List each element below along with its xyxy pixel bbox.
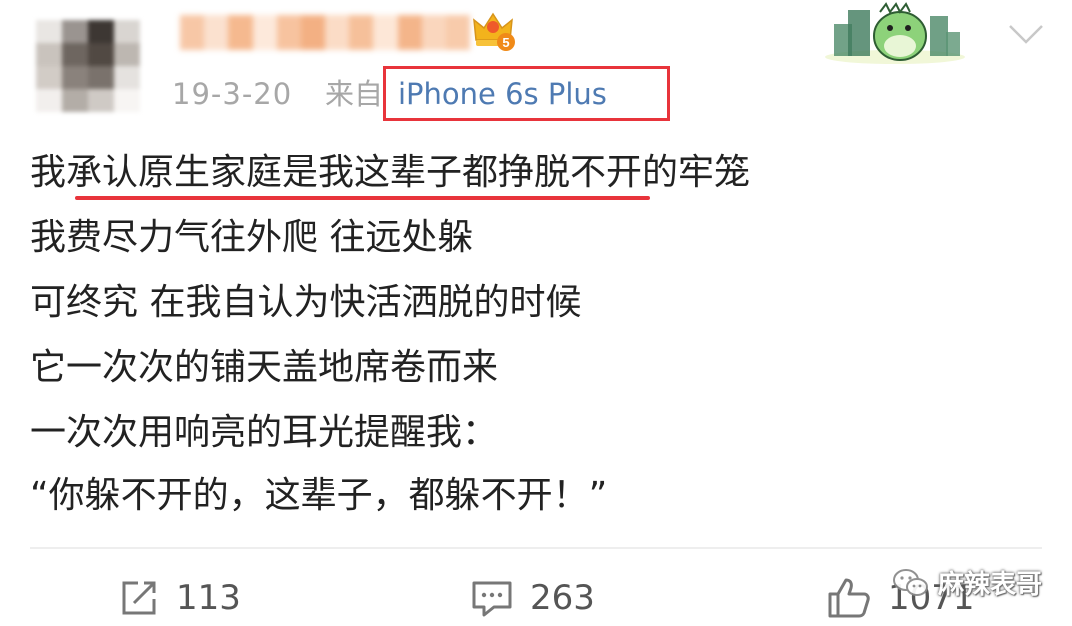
comment-count: 263 (530, 578, 595, 618)
vip-level: 5 (502, 35, 509, 50)
divider (30, 547, 1042, 549)
post-line-2: 我费尽力气往外爬 往远处躲 (30, 217, 474, 258)
crown-icon[interactable]: 5 (470, 10, 516, 52)
username[interactable] (180, 15, 471, 50)
watermark-text: 麻辣表哥 (938, 570, 1043, 600)
share-icon (122, 581, 156, 615)
share-button[interactable]: 113 (118, 570, 241, 626)
thumbs-up-icon (828, 578, 870, 618)
post-date: 19-3-20 (172, 77, 293, 111)
highlight-underline (75, 196, 650, 200)
comment-button[interactable]: 263 (470, 570, 595, 626)
post-line-1: 我承认原生家庭是我这辈子都挣脱不开的牢笼 (30, 152, 751, 193)
dinosaur-sticker-icon (825, 2, 965, 64)
wechat-icon (893, 568, 928, 596)
source-prefix: 来自 (325, 77, 384, 111)
post-line-3: 可终究 在我自认为快活洒脱的时候 (30, 282, 582, 323)
share-count: 113 (176, 578, 241, 618)
post-line-6: “你躲不开的，这辈子，都躲不开！” (30, 475, 608, 516)
post-line-5: 一次次用响亮的耳光提醒我： (30, 412, 499, 453)
post-line-4: 它一次次的铺天盖地席卷而来 (30, 347, 499, 388)
avatar[interactable] (36, 20, 140, 112)
watermark: 麻辣表哥 (892, 564, 1042, 601)
comment-icon (472, 581, 512, 617)
chevron-down-icon[interactable] (1006, 18, 1046, 50)
device-highlight-box (383, 66, 670, 121)
